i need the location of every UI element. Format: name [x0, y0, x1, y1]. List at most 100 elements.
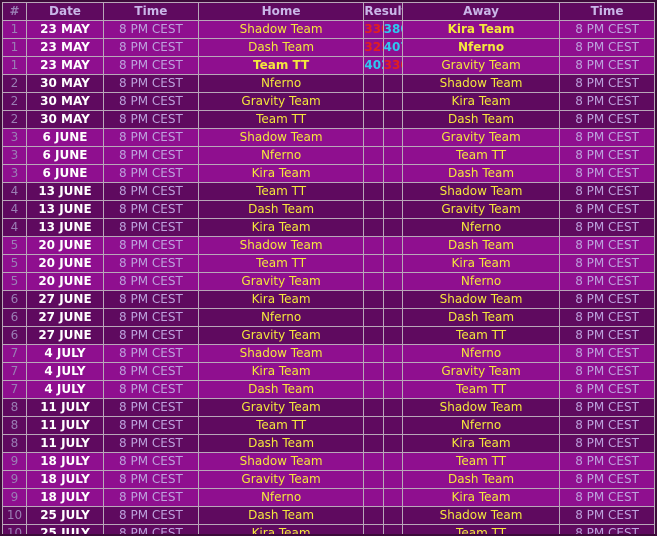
cell-away-team[interactable]: Shadow Team	[401, 290, 561, 309]
cell-home-team[interactable]: Shadow Team	[197, 128, 365, 147]
cell-away-team[interactable]: Dash Team	[401, 236, 561, 255]
table-row[interactable]: 36 JUNE 8 PM CEST Kira Team Dash Team 8 PM C…	[2, 164, 655, 183]
cell-away-team[interactable]: Kira Team	[401, 434, 561, 453]
table-row[interactable]: 9 18 JULY 8 PM CEST Shadow Team Team TT 8 PM …	[2, 452, 655, 471]
cell-home-team[interactable]: Dash Team	[197, 380, 365, 399]
table-row[interactable]: 123 MAY8 PM CESTDash Team325407Nferno8 P…	[2, 38, 655, 57]
cell-home-team[interactable]: Nferno	[197, 74, 365, 93]
cell-away-team[interactable]: Shadow Team	[401, 74, 561, 93]
column-header-date[interactable]: Date	[25, 2, 105, 21]
cell-away-team[interactable]: Gravity Team	[401, 56, 561, 75]
table-row[interactable]: 36 JUNE 8 PM CEST Shadow Team Gravity Team 8…	[2, 128, 655, 147]
cell-home-team[interactable]: Team TT	[197, 182, 365, 201]
cell-away-team[interactable]: Dash Team	[401, 164, 561, 183]
table-row[interactable]: 74 JULY 8 PM CEST Kira Team Gravity Team 8 P…	[2, 362, 655, 381]
cell-away-team[interactable]: Team TT	[401, 452, 561, 471]
cell-date: 4 JULY	[25, 344, 105, 363]
cell-away-team[interactable]: Team TT	[401, 524, 561, 534]
table-row[interactable]: 8 11 JULY 8 PM CEST Gravity Team Shadow Team…	[2, 398, 655, 417]
table-row[interactable]: 4 13 JUNE 8 PM CEST Kira Team Nferno 8 PM CES…	[2, 218, 655, 237]
cell-time-away: 8 PM CEST	[559, 146, 655, 165]
cell-home-team[interactable]: Kira Team	[197, 164, 365, 183]
cell-home-team[interactable]: Team TT	[197, 56, 365, 75]
table-row[interactable]: 36 JUNE 8 PM CEST Nferno Team TT 8 PM CEST	[2, 146, 655, 165]
cell-away-team[interactable]: Nferno	[401, 38, 561, 57]
column-header-home[interactable]: Home	[197, 2, 365, 21]
table-row[interactable]: 74 JULY 8 PM CEST Shadow Team Nferno 8 PM CE…	[2, 344, 655, 363]
cell-home-team[interactable]: Kira Team	[197, 362, 365, 381]
cell-home-team[interactable]: Kira Team	[197, 218, 365, 237]
cell-home-team[interactable]: Gravity Team	[197, 92, 365, 111]
cell-home-team[interactable]: Shadow Team	[197, 452, 365, 471]
cell-home-team[interactable]: Team TT	[197, 110, 365, 129]
table-row[interactable]: 9 18 JULY 8 PM CEST Nferno Kira Team 8 PM CES…	[2, 488, 655, 507]
cell-home-team[interactable]: Kira Team	[197, 290, 365, 309]
table-row[interactable]: 6 27 JUNE 8 PM CEST Gravity Team Team TT 8 PM…	[2, 326, 655, 345]
cell-matchday-number: 4	[2, 182, 27, 201]
cell-home-team[interactable]: Team TT	[197, 254, 365, 273]
cell-home-team[interactable]: Shadow Team	[197, 20, 365, 39]
cell-away-team[interactable]: Kira Team	[401, 92, 561, 111]
cell-away-team[interactable]: Nferno	[401, 272, 561, 291]
cell-home-team[interactable]: Gravity Team	[197, 470, 365, 489]
table-row[interactable]: 123 MAY8 PM CESTShadow Team330380Kira Te…	[2, 20, 655, 39]
cell-home-team[interactable]: Nferno	[197, 308, 365, 327]
table-row[interactable]: 10 25 JULY 8 PM CEST Dash Team Shadow Team 8 …	[2, 506, 655, 525]
column-header-time[interactable]: Time	[103, 2, 199, 21]
cell-home-team[interactable]: Dash Team	[197, 38, 365, 57]
cell-away-team[interactable]: Gravity Team	[401, 128, 561, 147]
table-row[interactable]: 9 18 JULY 8 PM CEST Gravity Team Dash Team 8 …	[2, 470, 655, 489]
cell-home-team[interactable]: Nferno	[197, 146, 365, 165]
table-row[interactable]: 4 13 JUNE 8 PM CEST Team TT Shadow Team 8 PM …	[2, 182, 655, 201]
table-row[interactable]: 2 30 MAY 8 PM CEST Gravity Team Kira Team 8 P…	[2, 92, 655, 111]
column-header-time-away[interactable]: Time	[559, 2, 655, 21]
cell-away-team[interactable]: Dash Team	[401, 110, 561, 129]
cell-away-team[interactable]: Gravity Team	[401, 200, 561, 219]
cell-away-team[interactable]: Kira Team	[401, 20, 561, 39]
cell-away-team[interactable]: Kira Team	[401, 488, 561, 507]
table-row[interactable]: 6 27 JUNE 8 PM CEST Nferno Dash Team 8 PM CES…	[2, 308, 655, 327]
cell-home-team[interactable]: Nferno	[197, 488, 365, 507]
cell-time-away: 8 PM CEST	[559, 470, 655, 489]
table-row[interactable]: 123 MAY8 PM CESTTeam TT402330Gravity Tea…	[2, 56, 655, 75]
cell-away-team[interactable]: Shadow Team	[401, 398, 561, 417]
table-row[interactable]: 5 20 JUNE 8 PM CEST Gravity Team Nferno 8 PM …	[2, 272, 655, 291]
cell-away-team[interactable]: Team TT	[401, 146, 561, 165]
table-row[interactable]: 5 20 JUNE 8 PM CEST Shadow Team Dash Team 8 P…	[2, 236, 655, 255]
cell-away-team[interactable]: Nferno	[401, 344, 561, 363]
cell-away-team[interactable]: Dash Team	[401, 470, 561, 489]
table-row[interactable]: 10 25 JULY 8 PM CEST Kira Team Team TT 8 PM C…	[2, 524, 655, 534]
column-header-number[interactable]: #	[2, 2, 27, 21]
column-header-away[interactable]: Away	[401, 2, 561, 21]
cell-away-team[interactable]: Nferno	[401, 416, 561, 435]
cell-away-team[interactable]: Dash Team	[401, 308, 561, 327]
cell-home-team[interactable]: Dash Team	[197, 434, 365, 453]
table-row[interactable]: 74 JULY 8 PM CEST Dash Team Team TT 8 PM CES…	[2, 380, 655, 399]
cell-away-team[interactable]: Kira Team	[401, 254, 561, 273]
cell-home-team[interactable]: Team TT	[197, 416, 365, 435]
cell-home-team[interactable]: Kira Team	[197, 524, 365, 534]
cell-away-team[interactable]: Nferno	[401, 218, 561, 237]
table-row[interactable]: 8 11 JULY 8 PM CEST Team TT Nferno 8 PM CEST	[2, 416, 655, 435]
cell-home-team[interactable]: Gravity Team	[197, 272, 365, 291]
cell-away-team[interactable]: Shadow Team	[401, 182, 561, 201]
table-row[interactable]: 4 13 JUNE 8 PM CEST Dash Team Gravity Team 8 …	[2, 200, 655, 219]
cell-away-team[interactable]: Team TT	[401, 380, 561, 399]
cell-home-score	[363, 344, 384, 363]
table-row[interactable]: 8 11 JULY 8 PM CEST Dash Team Kira Team 8 PM …	[2, 434, 655, 453]
cell-away-team[interactable]: Shadow Team	[401, 506, 561, 525]
table-row[interactable]: 6 27 JUNE 8 PM CEST Kira Team Shadow Team 8 P…	[2, 290, 655, 309]
cell-home-team[interactable]: Dash Team	[197, 506, 365, 525]
cell-home-team[interactable]: Dash Team	[197, 200, 365, 219]
cell-home-team[interactable]: Shadow Team	[197, 344, 365, 363]
table-row[interactable]: 5 20 JUNE 8 PM CEST Team TT Kira Team 8 PM CE…	[2, 254, 655, 273]
cell-time-home: 8 PM CEST	[103, 236, 199, 255]
table-row[interactable]: 2 30 MAY 8 PM CEST Nferno Shadow Team 8 PM CE…	[2, 74, 655, 93]
cell-home-team[interactable]: Gravity Team	[197, 398, 365, 417]
cell-away-team[interactable]: Team TT	[401, 326, 561, 345]
table-row[interactable]: 2 30 MAY 8 PM CEST Team TT Dash Team 8 PM CES…	[2, 110, 655, 129]
cell-home-team[interactable]: Gravity Team	[197, 326, 365, 345]
column-header-result[interactable]: Result	[363, 2, 403, 21]
cell-home-team[interactable]: Shadow Team	[197, 236, 365, 255]
cell-away-team[interactable]: Gravity Team	[401, 362, 561, 381]
